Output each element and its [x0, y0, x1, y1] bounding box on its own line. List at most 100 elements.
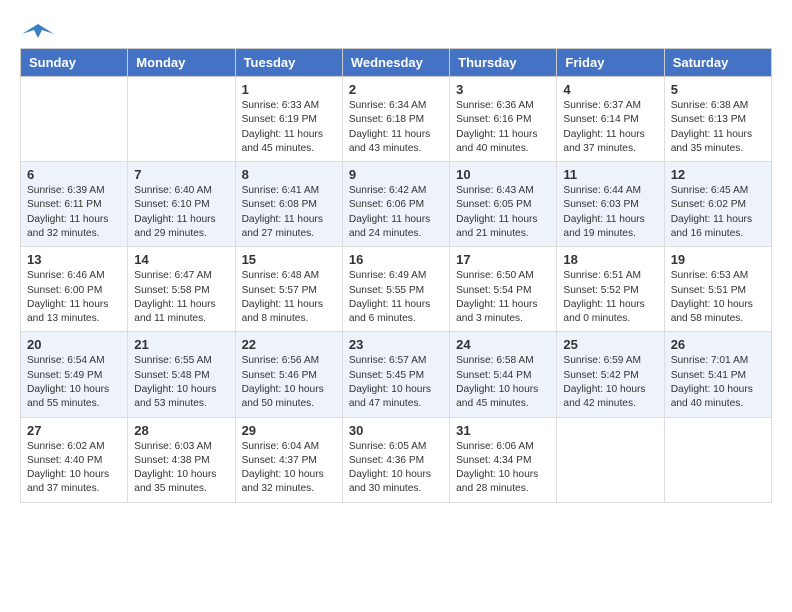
calendar-cell: 25 Sunrise: 6:59 AM Sunset: 5:42 PM Dayli… [557, 332, 664, 417]
weekday-header: Tuesday [235, 49, 342, 77]
day-number: 31 [456, 423, 550, 438]
calendar-cell: 15Sunrise: 6:48 AM Sunset: 5:57 PM Dayli… [235, 247, 342, 332]
calendar-cell: 29 Sunrise: 6:04 AM Sunset: 4:37 PM Dayli… [235, 417, 342, 502]
calendar-cell [664, 417, 771, 502]
day-number: 15 [242, 252, 336, 267]
day-number: 17 [456, 252, 550, 267]
cell-info: Sunrise: 6:05 AM Sunset: 4:36 PM Dayligh… [349, 440, 443, 497]
cell-info: Sunrise: 6:54 AM Sunset: 5:49 PM Dayligh… [27, 354, 121, 411]
day-number: 8 [242, 167, 336, 182]
cell-info: Sunrise: 6:47 AM Sunset: 5:58 PM Dayligh… [134, 269, 228, 326]
calendar-cell: 12Sunrise: 6:45 AM Sunset: 6:02 PM Dayli… [664, 162, 771, 247]
day-number: 13 [27, 252, 121, 267]
calendar-table: SundayMondayTuesdayWednesdayThursdayFrid… [20, 48, 772, 503]
calendar-cell: 14 Sunrise: 6:47 AM Sunset: 5:58 PM Dayli… [128, 247, 235, 332]
cell-info: Sunrise: 6:36 AM Sunset: 6:16 PM Dayligh… [456, 99, 550, 156]
day-number: 25 [563, 337, 657, 352]
calendar-cell: 23 Sunrise: 6:57 AM Sunset: 5:45 PM Dayli… [342, 332, 449, 417]
page-header [20, 20, 772, 38]
calendar-header-row: SundayMondayTuesdayWednesdayThursdayFrid… [21, 49, 772, 77]
day-number: 1 [242, 82, 336, 97]
day-number: 5 [671, 82, 765, 97]
day-number: 27 [27, 423, 121, 438]
calendar-cell: 11 Sunrise: 6:44 AM Sunset: 6:03 PM Dayli… [557, 162, 664, 247]
cell-info: Sunrise: 6:38 AM Sunset: 6:13 PM Dayligh… [671, 99, 765, 156]
cell-info: Sunrise: 6:34 AM Sunset: 6:18 PM Dayligh… [349, 99, 443, 156]
cell-info: Sunrise: 6:44 AM Sunset: 6:03 PM Dayligh… [563, 184, 657, 241]
calendar-cell [21, 77, 128, 162]
calendar-cell: 3 Sunrise: 6:36 AM Sunset: 6:16 PM Daylig… [450, 77, 557, 162]
day-number: 18 [563, 252, 657, 267]
calendar-cell: 18 Sunrise: 6:51 AM Sunset: 5:52 PM Dayli… [557, 247, 664, 332]
calendar-cell: 31 Sunrise: 6:06 AM Sunset: 4:34 PM Dayli… [450, 417, 557, 502]
day-number: 28 [134, 423, 228, 438]
cell-info: Sunrise: 6:57 AM Sunset: 5:45 PM Dayligh… [349, 354, 443, 411]
calendar-row: 27 Sunrise: 6:02 AM Sunset: 4:40 PM Dayli… [21, 417, 772, 502]
cell-info: Sunrise: 6:06 AM Sunset: 4:34 PM Dayligh… [456, 440, 550, 497]
calendar-cell [557, 417, 664, 502]
calendar-cell: 8 Sunrise: 6:41 AM Sunset: 6:08 PM Daylig… [235, 162, 342, 247]
day-number: 11 [563, 167, 657, 182]
day-number: 3 [456, 82, 550, 97]
cell-info: Sunrise: 6:42 AM Sunset: 6:06 PM Dayligh… [349, 184, 443, 241]
cell-info: Sunrise: 6:50 AM Sunset: 5:54 PM Dayligh… [456, 269, 550, 326]
calendar-row: 1 Sunrise: 6:33 AM Sunset: 6:19 PM Daylig… [21, 77, 772, 162]
calendar-cell: 19Sunrise: 6:53 AM Sunset: 5:51 PM Dayli… [664, 247, 771, 332]
calendar-cell: 28 Sunrise: 6:03 AM Sunset: 4:38 PM Dayli… [128, 417, 235, 502]
day-number: 23 [349, 337, 443, 352]
calendar-cell: 26Sunrise: 7:01 AM Sunset: 5:41 PM Dayli… [664, 332, 771, 417]
weekday-header: Thursday [450, 49, 557, 77]
cell-info: Sunrise: 6:46 AM Sunset: 6:00 PM Dayligh… [27, 269, 121, 326]
cell-info: Sunrise: 6:58 AM Sunset: 5:44 PM Dayligh… [456, 354, 550, 411]
day-number: 6 [27, 167, 121, 182]
calendar-cell: 1 Sunrise: 6:33 AM Sunset: 6:19 PM Daylig… [235, 77, 342, 162]
cell-info: Sunrise: 6:43 AM Sunset: 6:05 PM Dayligh… [456, 184, 550, 241]
weekday-header: Wednesday [342, 49, 449, 77]
day-number: 7 [134, 167, 228, 182]
calendar-cell: 9Sunrise: 6:42 AM Sunset: 6:06 PM Daylig… [342, 162, 449, 247]
calendar-cell: 22 Sunrise: 6:56 AM Sunset: 5:46 PM Dayli… [235, 332, 342, 417]
cell-info: Sunrise: 6:04 AM Sunset: 4:37 PM Dayligh… [242, 440, 336, 497]
cell-info: Sunrise: 6:41 AM Sunset: 6:08 PM Dayligh… [242, 184, 336, 241]
cell-info: Sunrise: 6:51 AM Sunset: 5:52 PM Dayligh… [563, 269, 657, 326]
day-number: 16 [349, 252, 443, 267]
day-number: 24 [456, 337, 550, 352]
cell-info: Sunrise: 6:40 AM Sunset: 6:10 PM Dayligh… [134, 184, 228, 241]
day-number: 21 [134, 337, 228, 352]
calendar-cell: 20 Sunrise: 6:54 AM Sunset: 5:49 PM Dayli… [21, 332, 128, 417]
cell-info: Sunrise: 6:33 AM Sunset: 6:19 PM Dayligh… [242, 99, 336, 156]
cell-info: Sunrise: 6:49 AM Sunset: 5:55 PM Dayligh… [349, 269, 443, 326]
cell-info: Sunrise: 6:56 AM Sunset: 5:46 PM Dayligh… [242, 354, 336, 411]
calendar-cell: 30 Sunrise: 6:05 AM Sunset: 4:36 PM Dayli… [342, 417, 449, 502]
day-number: 29 [242, 423, 336, 438]
calendar-cell: 13 Sunrise: 6:46 AM Sunset: 6:00 PM Dayli… [21, 247, 128, 332]
weekday-header: Saturday [664, 49, 771, 77]
calendar-cell: 21Sunrise: 6:55 AM Sunset: 5:48 PM Dayli… [128, 332, 235, 417]
calendar-cell: 7 Sunrise: 6:40 AM Sunset: 6:10 PM Daylig… [128, 162, 235, 247]
day-number: 22 [242, 337, 336, 352]
cell-info: Sunrise: 6:02 AM Sunset: 4:40 PM Dayligh… [27, 440, 121, 497]
calendar-cell: 4 Sunrise: 6:37 AM Sunset: 6:14 PM Daylig… [557, 77, 664, 162]
day-number: 14 [134, 252, 228, 267]
day-number: 19 [671, 252, 765, 267]
weekday-header: Sunday [21, 49, 128, 77]
day-number: 12 [671, 167, 765, 182]
calendar-cell: 2 Sunrise: 6:34 AM Sunset: 6:18 PM Daylig… [342, 77, 449, 162]
calendar-row: 20 Sunrise: 6:54 AM Sunset: 5:49 PM Dayli… [21, 332, 772, 417]
cell-info: Sunrise: 6:03 AM Sunset: 4:38 PM Dayligh… [134, 440, 228, 497]
calendar-row: 6Sunrise: 6:39 AM Sunset: 6:11 PM Daylig… [21, 162, 772, 247]
cell-info: Sunrise: 6:37 AM Sunset: 6:14 PM Dayligh… [563, 99, 657, 156]
calendar-row: 13 Sunrise: 6:46 AM Sunset: 6:00 PM Dayli… [21, 247, 772, 332]
day-number: 10 [456, 167, 550, 182]
day-number: 2 [349, 82, 443, 97]
weekday-header: Friday [557, 49, 664, 77]
day-number: 30 [349, 423, 443, 438]
calendar-cell: 5 Sunrise: 6:38 AM Sunset: 6:13 PM Daylig… [664, 77, 771, 162]
logo-bird-icon [22, 20, 54, 44]
cell-info: Sunrise: 7:01 AM Sunset: 5:41 PM Dayligh… [671, 354, 765, 411]
day-number: 4 [563, 82, 657, 97]
cell-info: Sunrise: 6:59 AM Sunset: 5:42 PM Dayligh… [563, 354, 657, 411]
day-number: 20 [27, 337, 121, 352]
weekday-header: Monday [128, 49, 235, 77]
calendar-cell: 10 Sunrise: 6:43 AM Sunset: 6:05 PM Dayli… [450, 162, 557, 247]
